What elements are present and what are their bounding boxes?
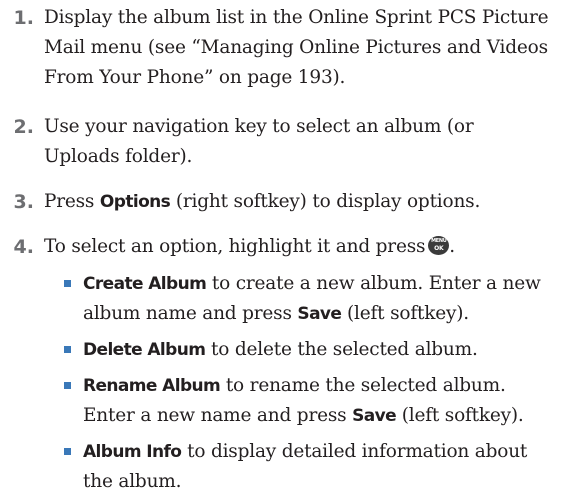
option-desc: to create a new album. Enter a new <box>206 273 541 294</box>
menu-key-bottom-text: OK <box>434 245 444 252</box>
option-desc: album name and press <box>83 303 298 324</box>
options-keyword: Options <box>99 192 171 212</box>
option-name: Album Info <box>83 442 182 462</box>
option-text: Album Info to display detailed informati… <box>83 437 579 497</box>
save-keyword: Save <box>352 406 397 426</box>
option-desc: to rename the selected album. <box>220 375 506 396</box>
option-desc: (left softkey). <box>396 405 524 426</box>
option-name: Rename Album <box>83 376 221 396</box>
step-number: 4. <box>13 236 34 258</box>
step-text: Use your navigation key to select an alb… <box>44 112 579 172</box>
option-text: Rename Album to rename the selected albu… <box>83 371 579 431</box>
step-text-before: To select an option, highlight it and pr… <box>44 236 426 257</box>
step-number: 3. <box>13 191 34 213</box>
save-keyword: Save <box>297 304 342 324</box>
option-desc: to delete the selected album. <box>205 339 478 360</box>
bullet-square-icon <box>64 382 71 389</box>
step-text-line: Mail menu (see “Managing Online Pictures… <box>44 37 548 58</box>
step-text-line: Display the album list in the Online Spr… <box>44 7 549 28</box>
step-text-after: (right softkey) to display options. <box>170 191 481 212</box>
bullet-square-icon <box>64 346 71 353</box>
option-name: Delete Album <box>83 340 206 360</box>
bullet-square-icon <box>64 448 71 455</box>
option-desc: to display detailed information about <box>181 441 528 462</box>
step-number: 2. <box>13 116 34 138</box>
option-text: Create Album to create a new album. Ente… <box>83 269 579 329</box>
manual-page: 1. Display the album list in the Online … <box>0 0 583 492</box>
option-desc: (left softkey). <box>341 303 469 324</box>
option-desc: Enter a new name and press <box>83 405 353 426</box>
step-text-line: Uploads folder). <box>44 146 193 167</box>
step-text-after: . <box>449 236 455 257</box>
step-text: To select an option, highlight it and pr… <box>44 232 579 262</box>
option-text: Delete Album to delete the selected albu… <box>83 335 579 365</box>
menu-key-top-text: MENU <box>431 238 447 244</box>
step-text: Display the album list in the Online Spr… <box>44 3 579 93</box>
step-text: Press Options (right softkey) to display… <box>44 187 579 217</box>
step-number: 1. <box>13 7 34 29</box>
step-text-line: From Your Phone” on page 193). <box>44 67 346 88</box>
option-name: Create Album <box>83 274 207 294</box>
step-text-before: Press <box>44 191 100 212</box>
menu-ok-key-icon: MENU OK <box>428 236 450 255</box>
bullet-square-icon <box>64 280 71 287</box>
step-text-line: Use your navigation key to select an alb… <box>44 116 474 137</box>
